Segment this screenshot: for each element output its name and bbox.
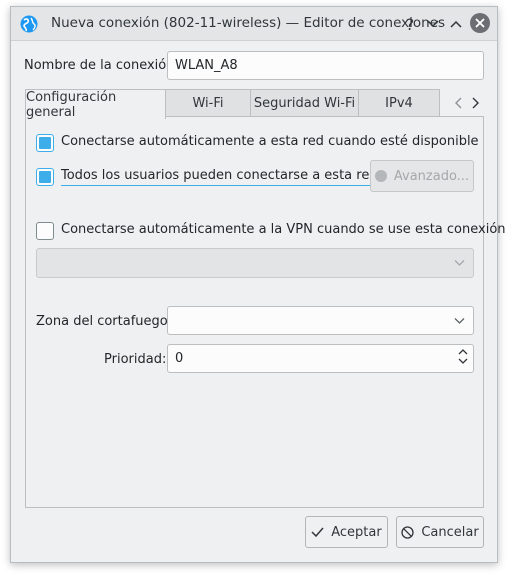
maximize-icon[interactable]	[447, 15, 465, 33]
vpn-auto-checkbox[interactable]	[36, 222, 54, 240]
title-bar[interactable]: Nueva conexión (802-11-wireless) — Edito…	[11, 7, 497, 41]
cancel-button[interactable]: Cancelar	[396, 516, 484, 548]
tab-ipv4[interactable]: IPv4	[358, 89, 440, 117]
network-globe-icon	[20, 15, 38, 33]
tab-scroll-left-icon[interactable]	[451, 95, 465, 111]
tab-bar: Configuración general Wi-Fi Seguridad Wi…	[25, 89, 483, 120]
checkmark-icon	[311, 527, 324, 537]
tab-wifi-label: Wi-Fi	[192, 96, 224, 111]
advanced-button[interactable]: Avanzado...	[370, 160, 474, 192]
help-icon[interactable]: ?	[401, 14, 419, 34]
tab-ipv4-label: IPv4	[385, 96, 413, 111]
connection-editor-window: Nueva conexión (802-11-wireless) — Edito…	[10, 6, 506, 563]
tab-wifi-security[interactable]: Seguridad Wi-Fi	[250, 89, 359, 117]
auto-connect-label: Conectarse automáticamente a esta red cu…	[61, 134, 479, 149]
close-icon[interactable]	[470, 13, 490, 33]
priority-value: 0	[175, 351, 184, 366]
advanced-settings-icon	[374, 170, 387, 182]
general-settings-panel: Conectarse automáticamente a esta red cu…	[25, 116, 506, 508]
chevron-down-icon	[454, 260, 465, 266]
firewall-zone-label: Zona del cortafuegos:	[36, 314, 179, 329]
vpn-select[interactable]	[36, 248, 474, 278]
accept-button[interactable]: Aceptar	[305, 516, 388, 548]
auto-connect-checkbox[interactable]	[36, 134, 54, 152]
accept-button-label: Aceptar	[331, 524, 382, 540]
help-glyph: ?	[405, 14, 415, 34]
chevron-down-icon	[454, 317, 465, 324]
cancel-icon	[401, 525, 414, 539]
tab-wifi-security-label: Seguridad Wi-Fi	[253, 96, 356, 111]
connection-name-label: Nombre de la conexión:	[24, 58, 179, 73]
priority-label: Prioridad:	[104, 352, 167, 367]
cancel-button-label: Cancelar	[421, 524, 479, 540]
tab-general[interactable]: Configuración general	[25, 89, 166, 120]
connection-name-input[interactable]: WLAN_A8	[167, 51, 484, 80]
firewall-zone-select[interactable]	[167, 306, 474, 335]
advanced-button-label: Avanzado...	[393, 168, 470, 184]
priority-spinbox[interactable]: 0	[167, 344, 474, 373]
window-title: Nueva conexión (802-11-wireless) — Edito…	[51, 15, 446, 31]
tab-general-label: Configuración general	[26, 89, 117, 120]
all-users-label: Todos los usuarios pueden conectarse a e…	[61, 168, 378, 186]
minimize-icon[interactable]	[424, 15, 442, 33]
priority-stepper[interactable]	[458, 348, 468, 365]
connection-name-value: WLAN_A8	[175, 58, 238, 73]
vpn-auto-label: Conectarse automáticamente a la VPN cuan…	[61, 222, 506, 237]
tab-wifi[interactable]: Wi-Fi	[165, 89, 251, 117]
chevron-down-icon[interactable]	[458, 358, 468, 365]
chevron-up-icon[interactable]	[458, 348, 468, 355]
tab-scroll-right-icon[interactable]	[468, 95, 482, 111]
all-users-checkbox[interactable]	[36, 168, 54, 186]
